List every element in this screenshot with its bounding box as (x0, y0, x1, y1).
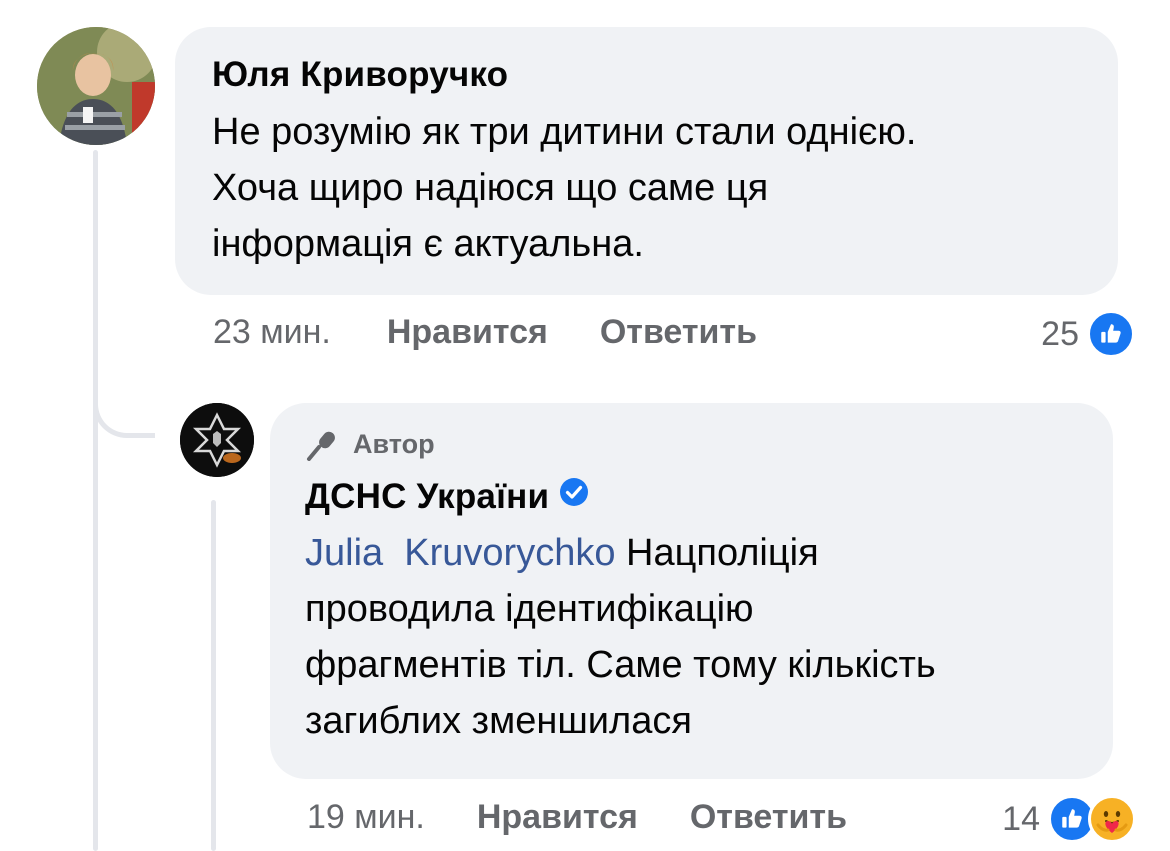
verified-badge-icon (559, 476, 589, 516)
reply-text-line: загиблих зменшилася (305, 700, 692, 742)
comment-bubble: Юля Криворучко Не розумію як три дитини … (175, 27, 1118, 295)
like-icon (1087, 310, 1135, 358)
thread-connector (93, 360, 155, 438)
reaction-summary[interactable]: 14 (1002, 795, 1136, 843)
comment-actions: 23 мин. Нравится Ответить (213, 313, 757, 352)
reaction-count: 25 (1041, 314, 1079, 353)
avatar-photo (37, 27, 155, 145)
reaction-summary[interactable]: 25 (1041, 310, 1135, 358)
reply-thread-line (211, 500, 216, 851)
avatar[interactable] (37, 27, 155, 145)
author-badge-label: Автор (353, 428, 435, 459)
comment-text-line: Хоча щиро надіюся що саме ця (212, 167, 769, 209)
reply-author-label: ДСНС України (305, 477, 550, 516)
reply-button[interactable]: Ответить (690, 798, 847, 837)
thread-line (93, 150, 98, 851)
reply-author-name[interactable]: ДСНС України (305, 477, 589, 519)
author-badge: Автор (305, 427, 435, 461)
comment-timestamp[interactable]: 23 мин. (213, 313, 331, 352)
reply-text-line: Julia Kruvorychko Нацполіція (305, 525, 936, 581)
reply-text: Julia Kruvorychko Нацполіція проводила і… (305, 525, 936, 749)
reply-text-line: проводила ідентифікацію (305, 588, 754, 630)
reply-actions: 19 мин. Нравится Ответить (307, 798, 847, 837)
like-button[interactable]: Нравится (477, 798, 638, 837)
avatar[interactable] (180, 403, 254, 477)
reply-text-line: фрагментів тіл. Саме тому кількість (305, 644, 936, 686)
microphone-icon (307, 431, 335, 461)
care-icon (1088, 795, 1136, 843)
like-button[interactable]: Нравится (387, 313, 548, 352)
reply-button[interactable]: Ответить (600, 313, 757, 352)
dsns-emblem-icon (180, 403, 254, 477)
reply-bubble: Автор ДСНС України Julia Kruvorychko Нац… (270, 403, 1113, 779)
comment-text-line: Не розумію як три дитини стали однією. (212, 111, 917, 153)
comment-text-line: інформація є актуальна. (212, 223, 644, 265)
reply-timestamp[interactable]: 19 мин. (307, 798, 425, 837)
comment-text: Не розумію як три дитини стали однією. Х… (212, 104, 916, 272)
comment-author-name[interactable]: Юля Криворучко (212, 55, 508, 95)
reaction-count: 14 (1002, 799, 1040, 838)
mention-link[interactable]: Julia Kruvorychko (305, 532, 615, 574)
reply-text-fragment: Нацполіція (626, 532, 819, 574)
